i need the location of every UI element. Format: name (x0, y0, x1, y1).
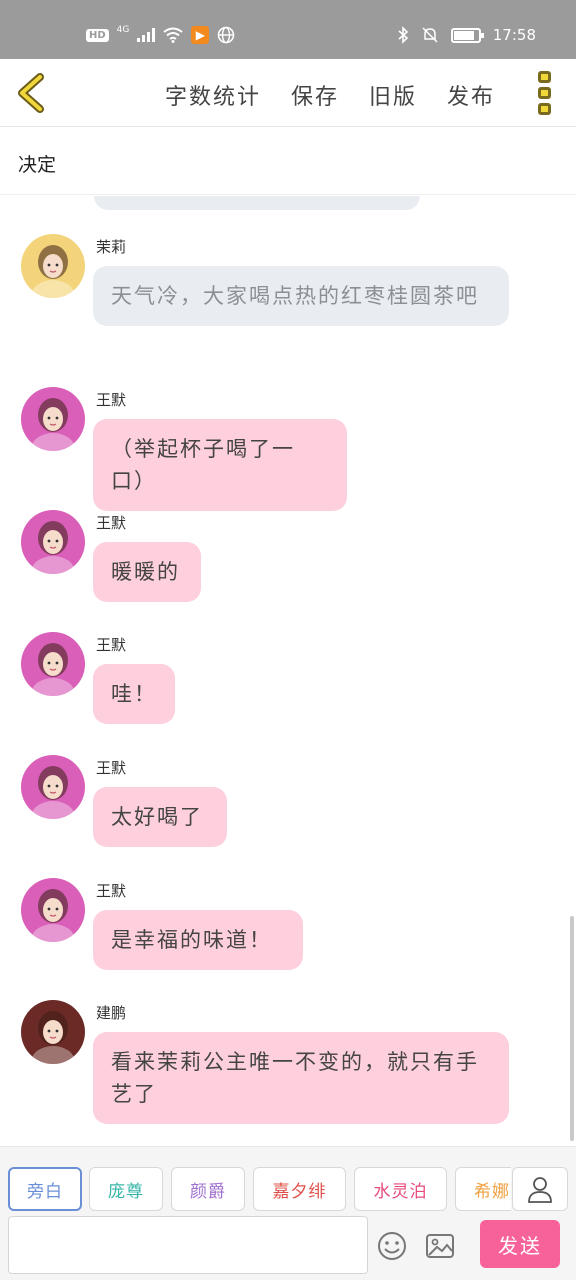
avatar-portrait-icon (21, 234, 85, 298)
message-bubble[interactable]: 天气冷，大家喝点热的红枣桂圆茶吧 (93, 266, 509, 326)
avatar[interactable] (21, 234, 85, 298)
status-left: HD 4G ▶ (86, 25, 235, 44)
person-icon (528, 1177, 552, 1203)
sender-name: 王默 (96, 882, 127, 900)
sender-name: 王默 (96, 759, 127, 777)
word-count-button[interactable]: 字数统计 (165, 79, 261, 111)
play-icon: ▶ (191, 26, 210, 44)
previous-message-bubble (94, 196, 420, 210)
mute-bell-icon (422, 27, 438, 43)
role-manage-button[interactable] (512, 1167, 568, 1211)
decision-label: 决定 (18, 154, 57, 176)
avatar[interactable] (21, 878, 85, 942)
image-icon[interactable] (424, 1230, 456, 1262)
role-button[interactable]: 希娜 (455, 1167, 511, 1211)
publish-button[interactable]: 发布 (447, 79, 495, 111)
input-bar: 发送 (0, 1214, 576, 1280)
decision-bar[interactable]: 决定 (0, 128, 576, 195)
sender-name: 王默 (96, 391, 127, 409)
avatar-portrait-icon (21, 632, 85, 696)
signal-icon (137, 28, 156, 42)
message-bubble[interactable]: （举起杯子喝了一口） (93, 419, 347, 511)
old-version-button[interactable]: 旧版 (369, 79, 417, 111)
avatar[interactable] (21, 632, 85, 696)
role-selector-bar: 旁白 庞尊 颜爵 嘉夕绯 水灵泊 希娜 (0, 1146, 576, 1214)
scrollbar[interactable] (570, 916, 574, 1141)
status-bar: HD 4G ▶ 17:58 (0, 0, 576, 59)
sender-name: 王默 (96, 514, 127, 532)
avatar[interactable] (21, 510, 85, 574)
message-bubble[interactable]: 太好喝了 (93, 787, 227, 847)
message-bubble[interactable]: 哇！ (93, 664, 175, 724)
wifi-icon (163, 27, 183, 43)
chat-area[interactable]: 茉莉 天气冷，大家喝点热的红枣桂圆茶吧 王默 （举起杯子喝了一口） 王默 暖暖的… (0, 196, 576, 1146)
avatar-portrait-icon (21, 755, 85, 819)
avatar-portrait-icon (21, 387, 85, 451)
sender-name: 王默 (96, 636, 127, 654)
role-button[interactable]: 水灵泊 (354, 1167, 447, 1211)
bluetooth-icon (398, 26, 408, 44)
sender-name: 建鹏 (96, 1004, 127, 1022)
avatar[interactable] (21, 755, 85, 819)
more-menu-icon[interactable] (538, 71, 552, 115)
save-button[interactable]: 保存 (291, 79, 339, 111)
network-label: 4G (116, 25, 130, 35)
message-bubble[interactable]: 暖暖的 (93, 542, 201, 602)
role-button-narrator[interactable]: 旁白 (8, 1167, 82, 1211)
message-input[interactable] (8, 1216, 368, 1274)
send-button[interactable]: 发送 (480, 1220, 560, 1268)
avatar-portrait-icon (21, 510, 85, 574)
message-bubble[interactable]: 是幸福的味道！ (93, 910, 303, 970)
clock: 17:58 (492, 26, 536, 44)
role-button[interactable]: 嘉夕绯 (253, 1167, 346, 1211)
avatar-portrait-icon (21, 878, 85, 942)
sender-name: 茉莉 (96, 238, 127, 256)
toolbar: 字数统计 保存 旧版 发布 (0, 59, 576, 127)
status-right: 17:58 (397, 26, 536, 44)
hd-badge: HD (86, 28, 109, 42)
role-button[interactable]: 庞尊 (89, 1167, 163, 1211)
avatar-portrait-icon (21, 1000, 85, 1064)
globe-icon (218, 26, 235, 44)
message-bubble[interactable]: 看来茉莉公主唯一不变的，就只有手艺了 (93, 1032, 509, 1124)
battery-level (453, 30, 474, 40)
avatar[interactable] (21, 387, 85, 451)
back-button[interactable] (14, 71, 48, 115)
avatar[interactable] (21, 1000, 85, 1064)
role-button[interactable]: 颜爵 (171, 1167, 245, 1211)
emoji-icon[interactable] (376, 1230, 408, 1262)
battery-icon (450, 27, 484, 43)
